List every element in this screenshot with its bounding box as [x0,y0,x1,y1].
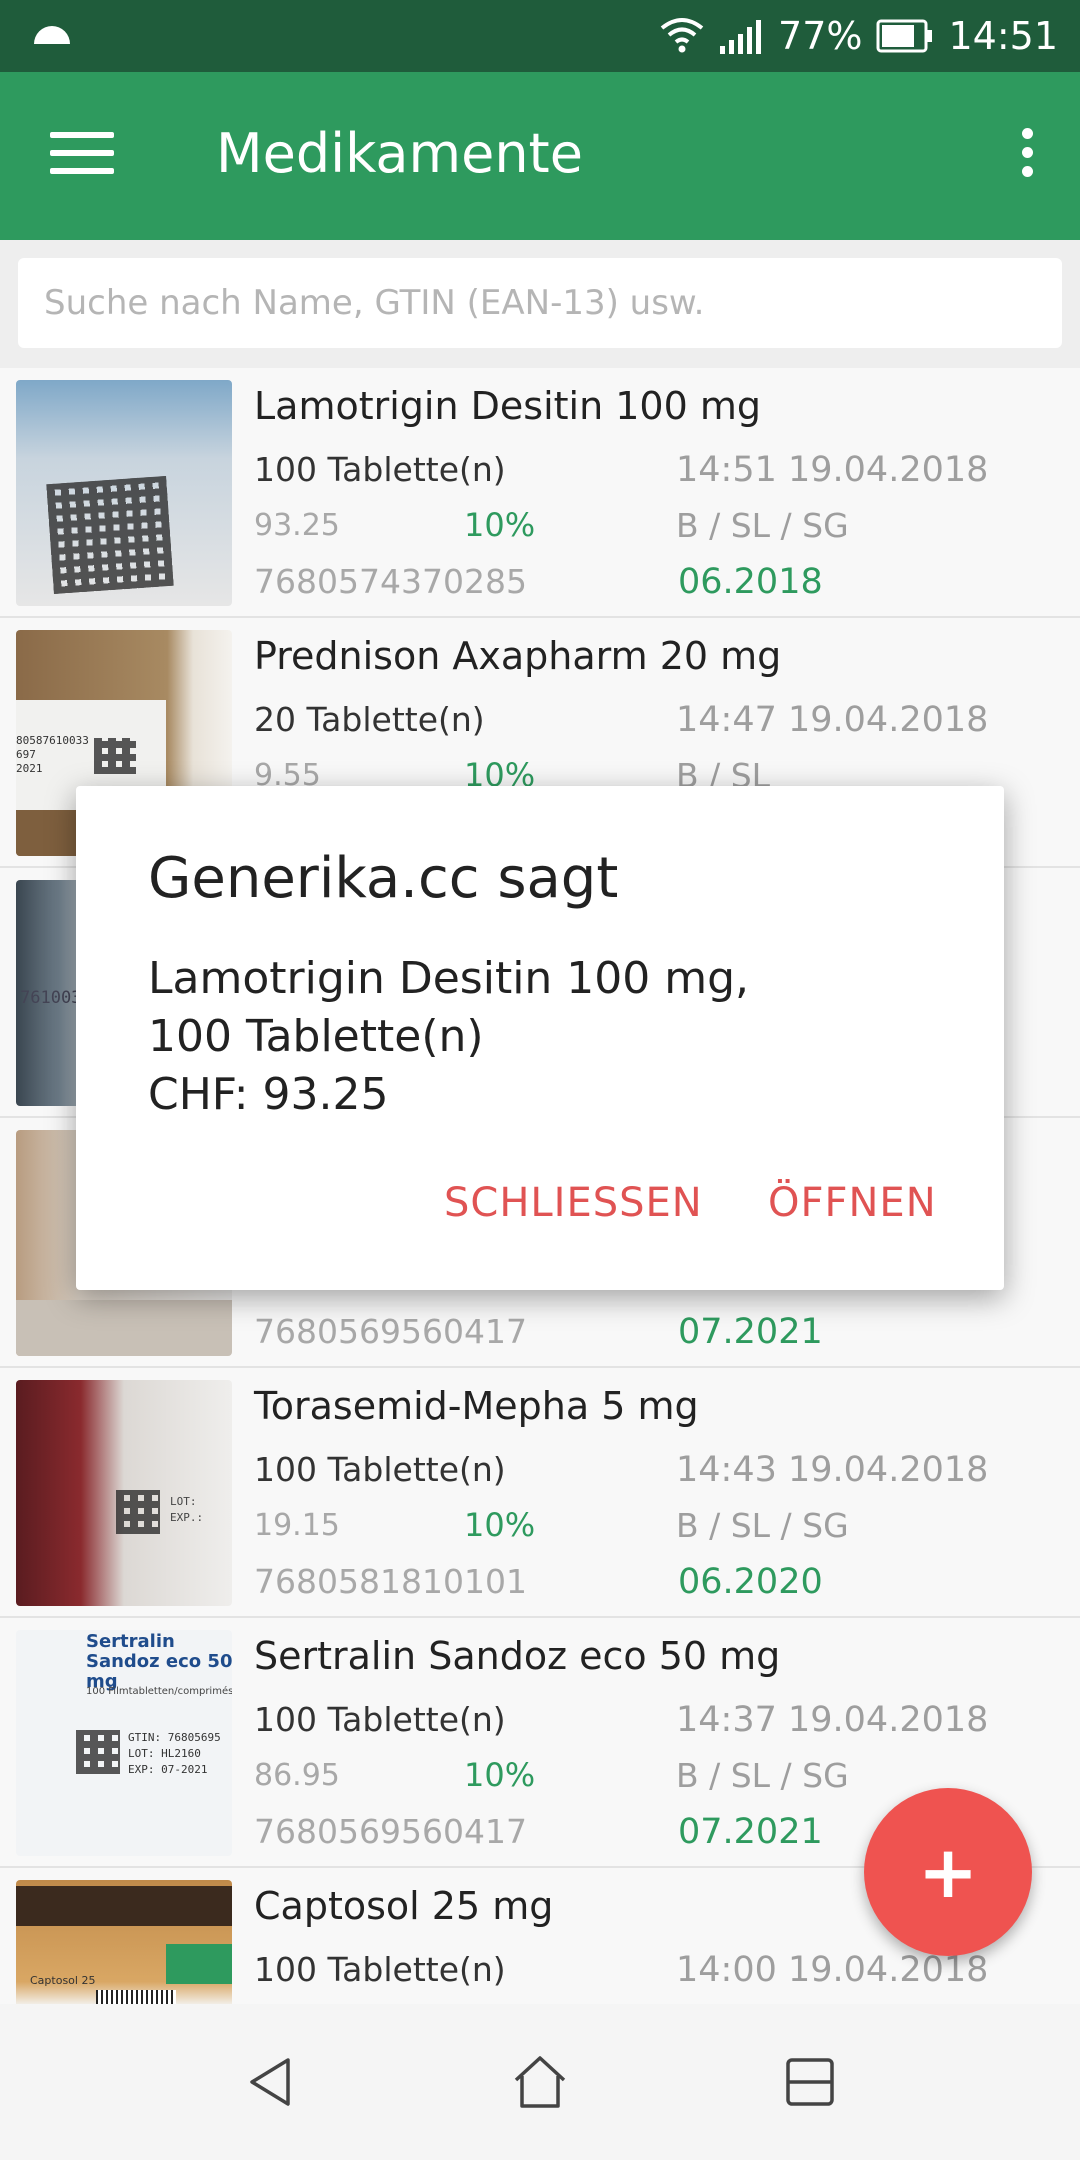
thumb-text: LOT: [170,1495,197,1508]
item-datetime: 14:43 19.04.2018 [676,1450,989,1490]
back-icon[interactable] [242,2052,302,2112]
item-quantity: 20 Tablette(n) [254,700,485,739]
thumb-text: LOT: HL2160 [128,1747,201,1760]
battery-percent: 77% [778,14,863,58]
item-expiry: 07.2021 [678,1812,823,1852]
item-category: B / SL / SG [676,1506,849,1545]
thumb-text: GTIN: 76805695 [128,1731,221,1744]
thumb-text: 2021 [16,762,43,775]
dialog-line: 100 Tablette(n) [148,1011,484,1062]
product-photo: Sertralin Sandoz eco 50 mg 100 Filmtable… [16,1630,232,1856]
home-icon[interactable] [510,2052,570,2112]
status-right: 77% 14:51 [660,0,1058,72]
list-item[interactable]: LOT: EXP.: Torasemid-Mepha 5 mg 100 Tabl… [0,1368,1080,1618]
cloud-icon [34,26,70,44]
thumb-text: EXP.: [170,1511,204,1524]
item-price: 19.15 [254,1508,340,1543]
item-datetime: 14:47 19.04.2018 [676,700,989,740]
item-price: 86.95 [254,1758,340,1793]
thumb-text: EXP: 07-2021 [128,1763,208,1776]
battery-icon [876,19,933,53]
plus-icon: + [917,1830,979,1914]
search-container: Suche nach Name, GTIN (EAN-13) usw. [0,240,1080,368]
item-gtin: 7680581810101 [254,1562,527,1601]
dialog-message: Lamotrigin Desitin 100 mg, 100 Tablette(… [148,950,749,1124]
dialog-title: Generika.cc sagt [148,846,619,911]
item-price: 93.25 [254,508,340,543]
item-percent: 10% [464,506,536,544]
item-datetime: 14:37 19.04.2018 [676,1700,989,1740]
item-quantity: 100 Tablette(n) [254,1700,506,1739]
product-photo: LOT: EXP.: [16,1380,232,1606]
thumb-text: Captosol 25 [30,1974,96,1987]
item-gtin: 7680574370285 [254,562,527,601]
navigation-bar [0,2004,1080,2160]
status-bar: 77% 14:51 [0,0,1080,72]
alert-dialog: Generika.cc sagt Lamotrigin Desitin 100 … [76,786,1004,1290]
item-quantity: 100 Tablette(n) [254,1450,506,1489]
clock: 14:51 [948,14,1058,58]
open-button[interactable]: ÖFFNEN [768,1180,937,1226]
item-name: Captosol 25 mg [254,1884,554,1928]
recent-apps-icon[interactable] [780,2052,840,2112]
product-photo: Captosol 25 [16,1880,232,2004]
thumb-text: 697 [16,748,36,761]
menu-icon[interactable] [50,132,114,180]
item-expiry: 07.2021 [678,1312,823,1352]
item-gtin: 7680569560417 [254,1812,527,1851]
thumb-text: 80587610033 [16,734,89,747]
item-quantity: 100 Tablette(n) [254,450,506,489]
close-button[interactable]: SCHLIESSEN [444,1180,703,1226]
wifi-icon [660,18,704,53]
item-expiry: 06.2020 [678,1562,823,1602]
dialog-line: Lamotrigin Desitin 100 mg, [148,953,750,1004]
item-expiry: 06.2018 [678,562,823,602]
item-name: Prednison Axapharm 20 mg [254,634,782,678]
add-button[interactable]: + [864,1788,1032,1956]
item-name: Lamotrigin Desitin 100 mg [254,384,762,428]
item-gtin: 7680569560417 [254,1312,527,1351]
dialog-line: CHF: 93.25 [148,1069,389,1120]
item-datetime: 14:00 19.04.2018 [676,1950,989,1990]
item-name: Sertralin Sandoz eco 50 mg [254,1634,781,1678]
item-name: Torasemid-Mepha 5 mg [254,1384,699,1428]
item-datetime: 14:51 19.04.2018 [676,450,989,490]
list-item[interactable]: Lamotrigin Desitin 100 mg 100 Tablette(n… [0,368,1080,618]
product-photo [16,380,232,606]
search-placeholder: Suche nach Name, GTIN (EAN-13) usw. [44,283,705,323]
item-quantity: 100 Tablette(n) [254,1950,506,1989]
item-percent: 10% [464,1756,536,1794]
page-title: Medikamente [216,122,583,185]
thumb-text: 761003 [20,988,82,1008]
signal-icon [720,20,762,54]
item-percent: 10% [464,1506,536,1544]
app-bar: Medikamente [0,72,1080,240]
thumb-text: Sertralin Sandoz eco 50 mg [86,1631,232,1692]
thumb-text: 100 Filmtabletten/comprimés [86,1686,232,1697]
search-input[interactable]: Suche nach Name, GTIN (EAN-13) usw. [18,258,1062,348]
item-category: B / SL / SG [676,1756,849,1795]
item-category: B / SL / SG [676,506,849,545]
overflow-menu-icon[interactable] [1014,128,1040,184]
